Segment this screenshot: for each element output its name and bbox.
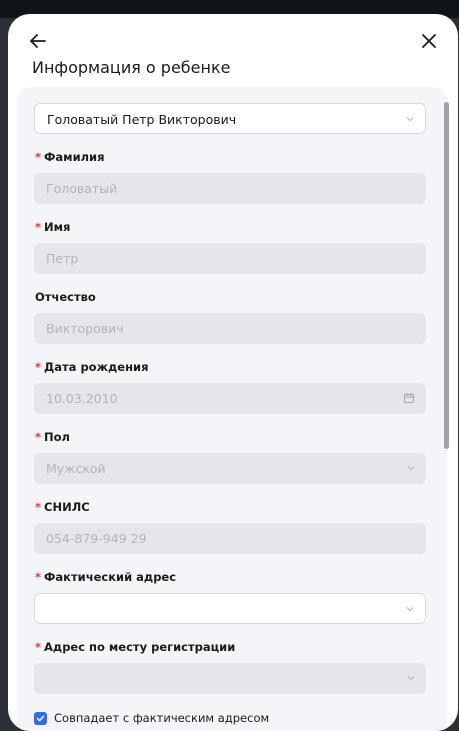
chevron-down-icon: [406, 607, 414, 612]
snils-field[interactable]: 054-879-949 29: [34, 523, 426, 554]
snils-label: * СНИЛС: [35, 500, 90, 514]
calendar-icon[interactable]: [403, 392, 415, 404]
registration-address-label: * Адрес по месту регистрации: [35, 640, 236, 654]
actual-address-select[interactable]: [34, 593, 426, 624]
same-address-label: Совпадает с фактическим адресом: [54, 711, 270, 725]
arrow-left-icon[interactable]: [27, 30, 49, 52]
birthdate-field[interactable]: 10.03.2010: [34, 383, 426, 414]
chevron-down-icon: [407, 676, 415, 681]
surname-field[interactable]: Головатый: [34, 173, 426, 204]
child-info-modal: Информация о ребенке Головатый Петр Викт…: [8, 14, 458, 731]
patronymic-field[interactable]: Викторович: [34, 313, 426, 344]
gender-select[interactable]: Мужской: [34, 453, 426, 484]
chevron-down-icon: [406, 117, 414, 122]
child-select-value: Головатый Петр Викторович: [47, 112, 237, 127]
modal-title: Информация о ребенке: [32, 58, 231, 77]
name-label: * Имя: [35, 220, 71, 234]
patronymic-label: Отчество: [35, 290, 96, 304]
checkbox-checked[interactable]: [34, 711, 47, 725]
name-field[interactable]: Петр: [34, 243, 426, 274]
form-panel: Головатый Петр Викторович * Фамилия Голов…: [17, 87, 447, 731]
scrollbar[interactable]: [444, 102, 449, 449]
gender-label: * Пол: [35, 430, 70, 444]
birthdate-label: * Дата рождения: [35, 360, 149, 374]
registration-address-select[interactable]: [34, 663, 426, 694]
check-icon: [36, 715, 45, 721]
chevron-down-icon: [407, 466, 415, 471]
same-address-checkbox-row[interactable]: Совпадает с фактическим адресом: [34, 711, 269, 725]
child-select[interactable]: Головатый Петр Викторович: [34, 103, 426, 134]
close-icon[interactable]: [418, 30, 440, 52]
surname-label: * Фамилия: [35, 150, 105, 164]
actual-address-label: * Фактический адрес: [35, 570, 177, 584]
